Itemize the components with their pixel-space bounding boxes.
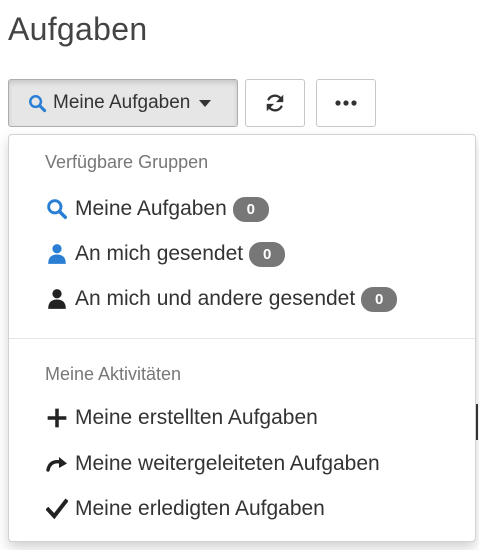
menu-divider xyxy=(9,338,475,339)
menu-item-label: Meine weitergeleiteten Aufgaben xyxy=(75,452,380,475)
menu-item-completed-tasks[interactable]: Meine erledigten Aufgaben xyxy=(45,491,325,527)
user-icon xyxy=(45,287,69,311)
forward-icon xyxy=(45,452,69,476)
search-icon xyxy=(28,94,47,113)
menu-item-label: Meine erstellten Aufgaben xyxy=(75,406,318,429)
menu-item-my-tasks[interactable]: Meine Aufgaben 0 xyxy=(45,191,269,227)
plus-icon xyxy=(45,406,69,430)
page-title: Aufgaben xyxy=(8,11,148,47)
count-badge: 0 xyxy=(249,241,286,267)
groups-dropdown-button[interactable]: Meine Aufgaben xyxy=(8,79,238,127)
count-badge: 0 xyxy=(232,196,269,222)
tasks-page: Aufgaben Meine Aufgaben Verfügbare Grupp… xyxy=(0,0,479,550)
refresh-icon xyxy=(264,92,286,114)
menu-item-sent-to-me-and-others[interactable]: An mich und andere gesendet 0 xyxy=(45,281,398,317)
menu-item-label: Meine Aufgaben xyxy=(75,197,227,220)
more-options-button[interactable] xyxy=(316,79,376,127)
my-activities-header: Meine Aktivitäten xyxy=(45,364,182,384)
menu-item-label: Meine erledigten Aufgaben xyxy=(75,497,325,520)
groups-dropdown-menu: Verfügbare Gruppen Meine Aufgaben 0 An m… xyxy=(8,134,476,542)
menu-item-label: An mich und andere gesendet xyxy=(75,287,356,310)
ellipsis-icon xyxy=(334,99,358,107)
check-icon xyxy=(45,497,69,521)
caret-down-icon xyxy=(199,99,212,107)
menu-item-forwarded-tasks[interactable]: Meine weitergeleiteten Aufgaben xyxy=(45,446,380,482)
search-icon xyxy=(45,197,69,221)
user-icon xyxy=(45,242,69,266)
menu-item-created-tasks[interactable]: Meine erstellten Aufgaben xyxy=(45,400,318,436)
refresh-button[interactable] xyxy=(245,79,305,127)
background-divider xyxy=(476,404,478,440)
menu-item-label: An mich gesendet xyxy=(75,242,244,265)
groups-button-label: Meine Aufgaben xyxy=(53,92,191,113)
available-groups-header: Verfügbare Gruppen xyxy=(45,152,209,172)
menu-item-sent-to-me[interactable]: An mich gesendet 0 xyxy=(45,236,286,272)
count-badge: 0 xyxy=(361,286,398,312)
